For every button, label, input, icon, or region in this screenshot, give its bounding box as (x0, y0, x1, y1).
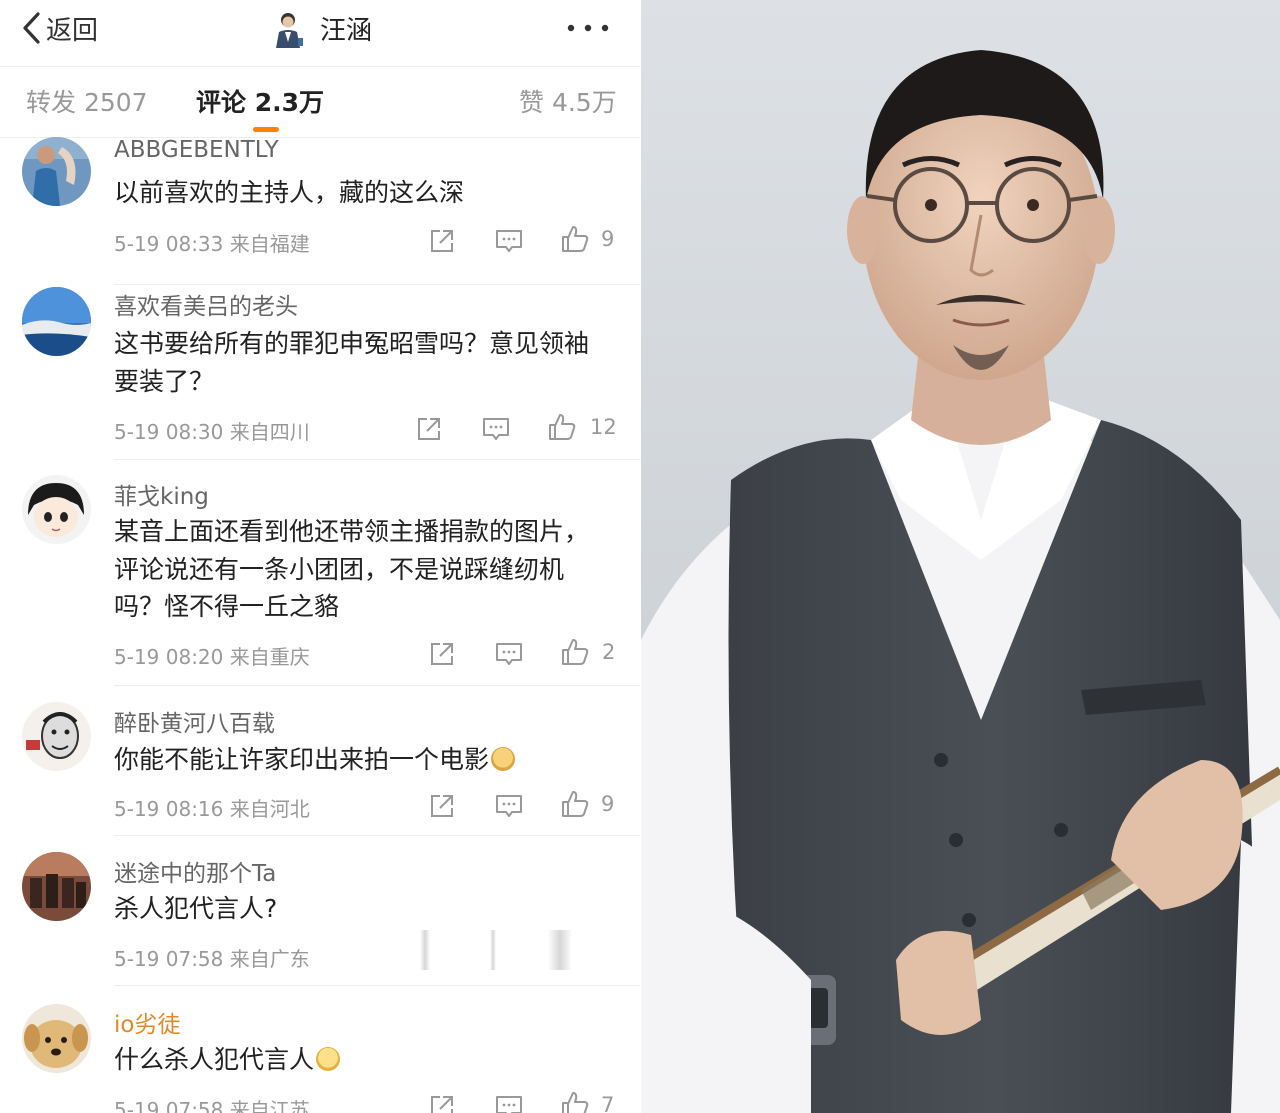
comment-username[interactable]: 迷途中的那个Ta (114, 854, 276, 888)
comment-item: 迷途中的那个Ta 杀人犯代言人? 5-19 07:58 来自广东 (0, 836, 640, 986)
like-icon[interactable] (547, 412, 577, 442)
comment-username[interactable]: io劣徒 (114, 1005, 180, 1039)
comment-item: io劣徒 什么杀人犯代言人 5-19 07:58 来自江苏 7 (0, 986, 640, 1113)
comment-text: 杀人犯代言人? (114, 894, 278, 923)
tab-indicator (253, 127, 279, 132)
comment-meta: 5-19 08:20 来自重庆 (114, 645, 310, 669)
back-label: 返回 (46, 15, 99, 46)
avatar[interactable] (22, 475, 91, 544)
share-icon[interactable] (414, 414, 444, 444)
avatar[interactable] (22, 1004, 91, 1073)
tab-likes[interactable]: 赞 4.5万 (519, 83, 617, 119)
avatar[interactable] (22, 852, 91, 921)
tab-comments-label: 评论 2.3万 (196, 88, 324, 117)
comment-meta: 5-19 07:58 来自广东 (114, 947, 310, 971)
avatar[interactable] (22, 287, 91, 356)
comment-text: 某音上面还看到他还带领主播捐款的图片，评论说还有一条小团团，不是说踩缝纫机吗？怪… (114, 517, 590, 621)
comment-text: 什么杀人犯代言人 (114, 1041, 604, 1079)
tab-bar: 转发 2507 评论 2.3万 赞 4.5万 (0, 67, 640, 138)
comment-icon[interactable] (481, 414, 511, 444)
share-icon[interactable] (427, 1092, 457, 1113)
comment-item: 菲戈king 某音上面还看到他还带领主播捐款的图片，评论说还有一条小团团，不是说… (0, 460, 640, 686)
faded-artifact (548, 930, 572, 970)
like-count: 9 (601, 227, 615, 251)
like-count: 12 (590, 415, 617, 439)
share-icon[interactable] (427, 639, 457, 669)
share-icon[interactable] (427, 791, 457, 821)
more-options-icon[interactable] (563, 16, 613, 40)
tab-likes-label: 赞 4.5万 (519, 88, 617, 117)
tab-reposts[interactable]: 转发 2507 (26, 83, 148, 119)
comment-text-content: 什么杀人犯代言人 (114, 1045, 315, 1074)
like-icon[interactable] (560, 1090, 590, 1113)
comment-username[interactable]: ABBGEBENTLY (114, 137, 279, 163)
like-count: 7 (601, 1093, 615, 1113)
like-icon[interactable] (560, 224, 590, 254)
comment-username[interactable]: 菲戈king (114, 477, 209, 511)
faded-artifact (420, 930, 430, 970)
comment-item: 醉卧黄河八百载 你能不能让许家印出来拍一个电影 5-19 08:16 来自河北 … (0, 686, 640, 836)
top-bar: 返回 汪涵 (0, 0, 640, 67)
comments-panel: 返回 汪涵 转发 2507 评论 2.3万 赞 4.5万 ABBGEBENTLY… (0, 0, 640, 1113)
comment-icon[interactable] (494, 791, 524, 821)
comment-item: ABBGEBENTLY 以前喜欢的主持人，藏的这么深 5-19 08:33 来自… (0, 137, 640, 285)
comment-meta: 5-19 08:33 来自福建 (114, 232, 310, 256)
like-count: 9 (601, 792, 615, 816)
share-icon[interactable] (427, 226, 457, 256)
comment-icon[interactable] (494, 1092, 524, 1113)
comment-icon[interactable] (494, 639, 524, 669)
comment-icon[interactable] (494, 226, 524, 256)
man-portrait-illustration (641, 0, 1280, 1113)
tab-comments[interactable]: 评论 2.3万 (196, 83, 324, 132)
title-text: 汪涵 (320, 15, 373, 46)
avatar (270, 8, 306, 48)
portrait-photo (641, 0, 1280, 1113)
back-button[interactable]: 返回 (20, 10, 98, 46)
page-title[interactable]: 汪涵 (270, 8, 372, 48)
comment-text: 你能不能让许家印出来拍一个电影 (114, 741, 604, 779)
avatar[interactable] (22, 137, 91, 206)
like-count: 2 (602, 640, 616, 664)
avatar[interactable] (22, 702, 91, 771)
comment-meta: 5-19 08:30 来自四川 (114, 420, 310, 444)
comment-text: 这书要给所有的罪犯申冤昭雪吗？意见领袖要装了？ (114, 329, 590, 396)
comment-username[interactable]: 喜欢看美吕的老头 (114, 287, 298, 321)
comment-meta: 5-19 08:16 来自河北 (114, 797, 310, 821)
like-icon[interactable] (560, 637, 590, 667)
faded-artifact (490, 930, 496, 970)
doge-emoji-icon (491, 747, 516, 771)
comment-text: 以前喜欢的主持人，藏的这么深 (114, 178, 465, 207)
thinking-emoji-icon (316, 1047, 341, 1071)
comment-username[interactable]: 醉卧黄河八百载 (114, 704, 275, 738)
comment-text-content: 你能不能让许家印出来拍一个电影 (114, 745, 490, 774)
chevron-left-icon (23, 12, 40, 44)
tab-reposts-label: 转发 2507 (26, 88, 148, 117)
comment-meta: 5-19 07:58 来自江苏 (114, 1098, 310, 1113)
like-icon[interactable] (560, 789, 590, 819)
comment-item: 喜欢看美吕的老头 这书要给所有的罪犯申冤昭雪吗？意见领袖要装了？ 5-19 08… (0, 285, 640, 460)
